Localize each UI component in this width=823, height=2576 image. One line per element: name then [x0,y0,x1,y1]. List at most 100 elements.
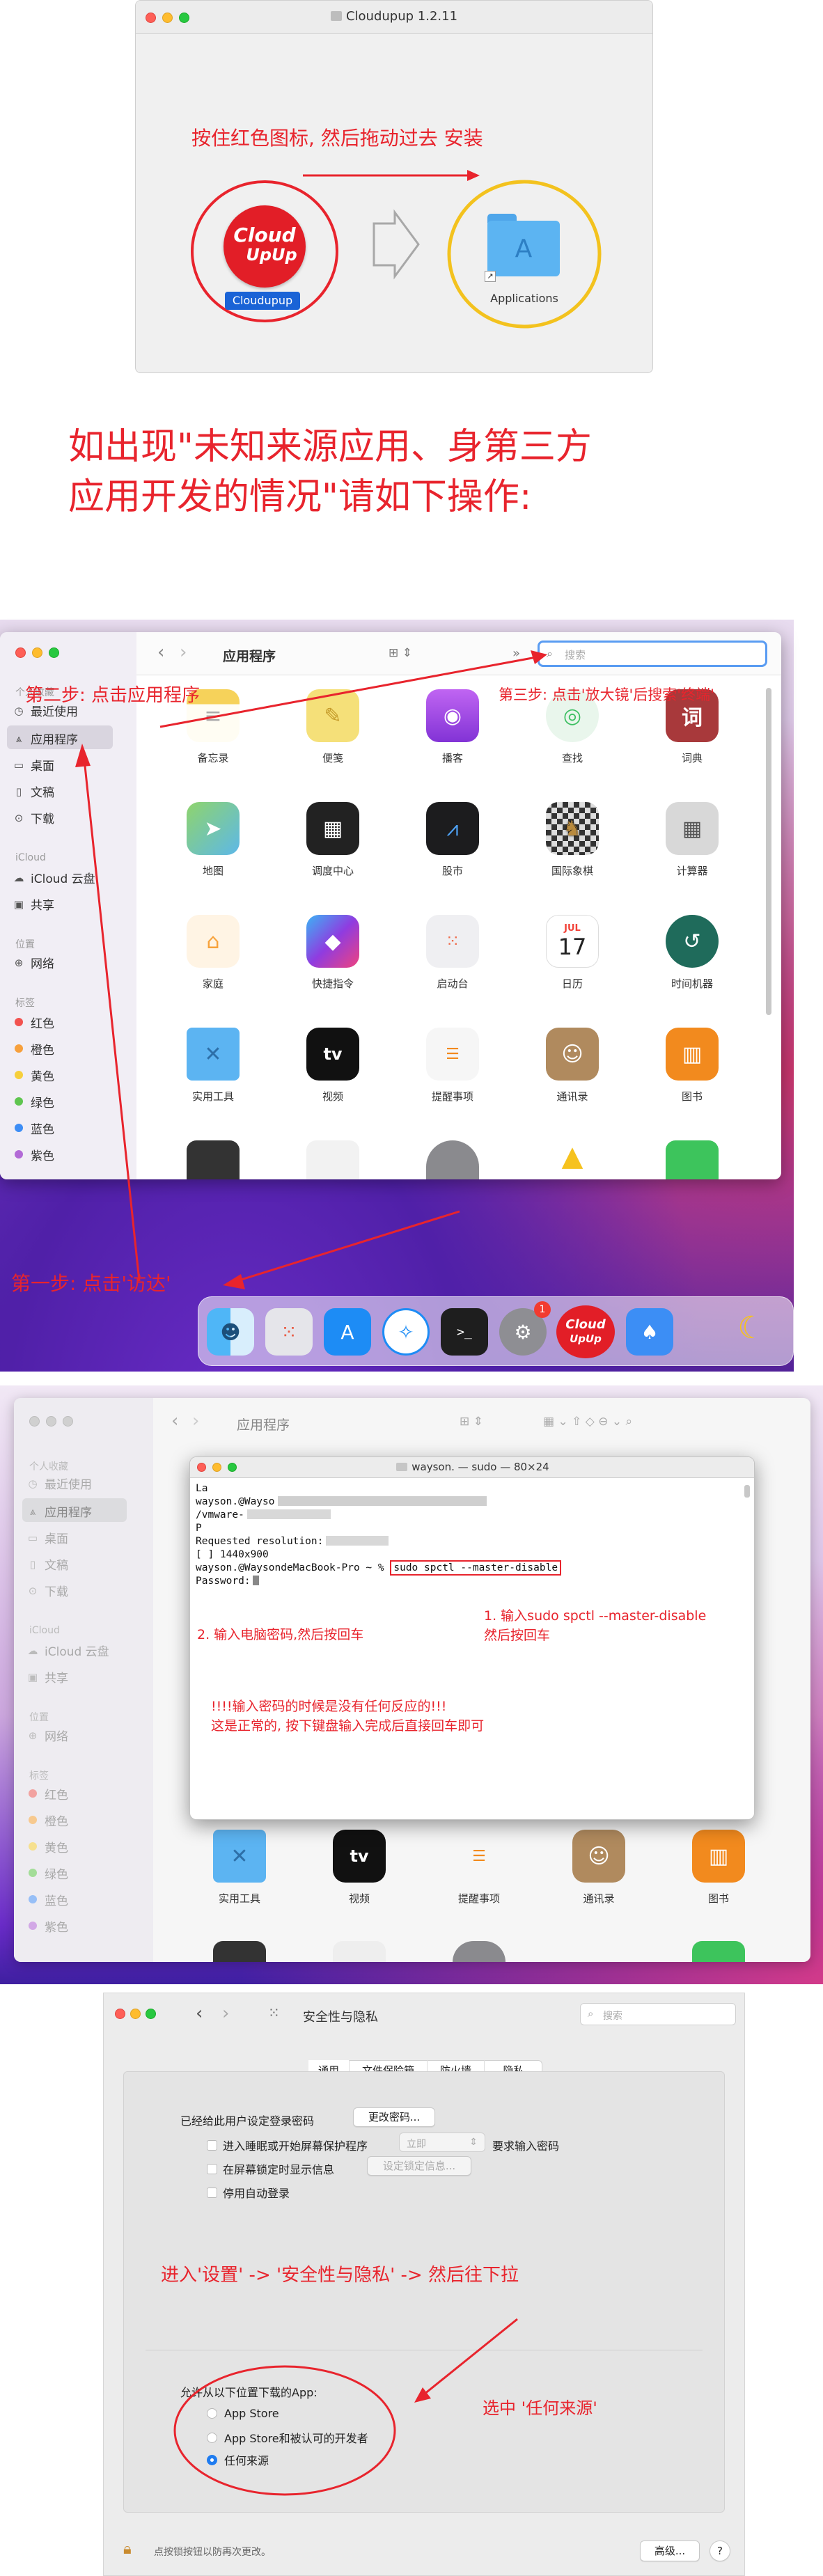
terminal-step1-cont: 然后按回车 [484,1628,551,1643]
contacts-icon: ☺ [572,1830,625,1883]
annotation-arrows [75,650,547,1289]
app-reminders[interactable]: ☰ 提醒事项 [437,1830,521,1906]
sidebar-item-label: 绿色 [45,1868,68,1882]
books-icon: ▥ [692,1830,745,1883]
tv-icon: tv [333,1830,386,1883]
cloud-icon: ☁ [27,1644,38,1657]
drag-arrow [191,170,602,329]
terminal-line: Password: [196,1575,739,1588]
security-window: ‹ › ⁙ 安全性与隐私 ⌕ 搜索 通用 文件保险箱 防火墙 隐私 已经给此用户… [103,1993,745,2576]
inactive-traffic-light [29,1416,40,1427]
sidebar-item-icloud-drive[interactable]: ☁ iCloud 云盘 [26,1642,109,1660]
sidebar-item-label: 黄色 [45,1841,68,1855]
terminal-note-2: 这是正常的, 按下键盘输入完成后直接回车即可 [211,1718,485,1734]
terminal-line: /vmware- [196,1509,739,1522]
app-label: 通讯录 [583,1892,615,1905]
terminal-line: wayson.@Wayso [196,1495,739,1509]
sidebar-item-label: 应用程序 [45,1506,92,1520]
sidebar-item-recents[interactable]: ◷ 最近使用 [26,1475,92,1493]
cloudupup-app-icon[interactable]: Cloud UpUp [224,205,306,288]
terminal-line: wayson.@WaysondeMacBook-Pro ~ % sudo spc… [196,1560,739,1576]
sidebar-tag-orange[interactable]: 橙色 [26,1812,68,1829]
partial-app-icon[interactable] [692,1941,745,1962]
tv-text: tv [350,1846,369,1866]
lock-icon[interactable]: 🔒︎ [123,2540,132,2558]
clock-icon: ◷ [28,1477,38,1490]
app-books[interactable]: ▥ 图书 [677,1830,760,1906]
app-contacts[interactable]: ☺ 通讯录 [557,1830,641,1906]
partial-app-icon[interactable] [213,1941,266,1962]
sidebar-tag-red[interactable]: 红色 [26,1785,68,1803]
terminal-note: !!!!输入密码的时候是没有任何反应的!!! 这是正常的, 按下键盘输入完成后直… [211,1697,484,1736]
redacted-block [246,1509,331,1519]
redacted-block [277,1496,487,1506]
sidebar-tag-purple[interactable]: 紫色 [26,1917,68,1935]
terminal-step2-annotation: 2. 输入电脑密码,然后按回车 [197,1627,364,1642]
terminal-line-text: /vmware- [196,1509,244,1521]
document-icon: ▯ [29,1557,36,1571]
terminal-note-1: !!!!输入密码的时候是没有任何反应的!!! [211,1699,447,1714]
headline-line-1: 如出现"未知来源应用、身第三方 [68,426,592,468]
sidebar-item-label: 桌面 [45,1532,68,1546]
help-button[interactable]: ? [710,2540,730,2561]
app-label: 视频 [348,1892,370,1905]
terminal-password-prompt: Password: [196,1576,251,1587]
select-anywhere-hint: 选中 '任何来源' [483,2398,597,2418]
sidebar-item-label: 最近使用 [45,1478,92,1492]
sidebar-item-downloads[interactable]: ⊙ 下载 [26,1582,68,1600]
terminal-output[interactable]: La wayson.@Wayso /vmware- P Requested re… [196,1482,739,1588]
sidebar-item-label: iCloud 云盘 [45,1645,109,1659]
terminal-line: P [196,1523,202,1534]
terminal-title-text: wayson. — sudo — 80×24 [412,1461,549,1473]
applications-folder-icon[interactable]: A ↗ [485,214,560,282]
step1-annotation: 第一步: 点击'访达' [11,1272,171,1295]
app-utilities[interactable]: ✕ 实用工具 [198,1830,281,1906]
sidebar-item-label: 文稿 [45,1559,68,1573]
terminal-line-text: wayson.@Wayso [196,1496,275,1507]
shared-folder-icon: ▣ [27,1670,38,1683]
tag-dot-icon [29,1894,37,1903]
sidebar-tags-title: 标签 [29,1770,49,1782]
sidebar-item-label: 下载 [45,1585,68,1599]
reminders-icon: ☰ [453,1830,505,1883]
headline: 如出现"未知来源应用、身第三方 应用开发的情况"请如下操作: [68,422,592,522]
sidebar-item-label: 网络 [45,1730,68,1744]
sidebar-item-network[interactable]: ⊕ 网络 [26,1727,68,1745]
tag-dot-icon [29,1815,37,1824]
sidebar-tag-yellow[interactable]: 黄色 [26,1838,68,1855]
sidebar-item-label: 紫色 [45,1921,68,1935]
forward-chevron-icon[interactable]: › [192,1411,199,1431]
cloudupup-app-label: Cloudupup [225,292,300,310]
app-label: 图书 [707,1892,729,1905]
sidebar-tag-green[interactable]: 绿色 [26,1864,68,1882]
sidebar-favorites-title: 个人收藏 [29,1461,68,1472]
desktop-icon: ▭ [27,1531,38,1544]
terminal-scrollbar[interactable] [744,1485,750,1498]
inactive-traffic-light [63,1416,73,1427]
finder-window-title: 应用程序 [237,1417,290,1433]
applications-label: Applications [490,292,558,305]
view-grid-icon[interactable]: ⊞ ⇕ [460,1415,483,1429]
terminal-line: La [196,1483,208,1494]
sidebar-item-label: 蓝色 [45,1894,68,1908]
inactive-traffic-light [46,1416,56,1427]
sidebar-item-label: 共享 [45,1672,68,1686]
app-tv[interactable]: tv 视频 [318,1830,401,1906]
advanced-button[interactable]: 高级... [640,2540,700,2561]
app-icon-text-2: UpUp [246,245,297,265]
sidebar-item-desktop[interactable]: ▭ 桌面 [26,1529,68,1547]
partial-app-icon[interactable] [333,1941,386,1962]
partial-app-icon[interactable] [453,1941,505,1962]
cursor [252,1576,259,1585]
terminal-line-text: Requested resolution: [196,1536,324,1547]
redacted-block [326,1536,389,1546]
sidebar-item-documents[interactable]: ▯ 文稿 [26,1555,68,1573]
back-chevron-icon[interactable]: ‹ [171,1411,178,1431]
tag-dot-icon [29,1868,37,1877]
terminal-title: wayson. — sudo — 80×24 [190,1461,754,1473]
sidebar-item-shared[interactable]: ▣ 共享 [26,1668,68,1686]
tag-dot-icon [29,1789,37,1798]
sidebar-item-applications[interactable]: ⩓ 应用程序 [26,1502,92,1521]
view-options-icon[interactable]: ▦ ⌄ ⇧ ◇ ⊖ ⌄ ⌕ [543,1415,632,1429]
sidebar-tag-blue[interactable]: 蓝色 [26,1891,68,1908]
